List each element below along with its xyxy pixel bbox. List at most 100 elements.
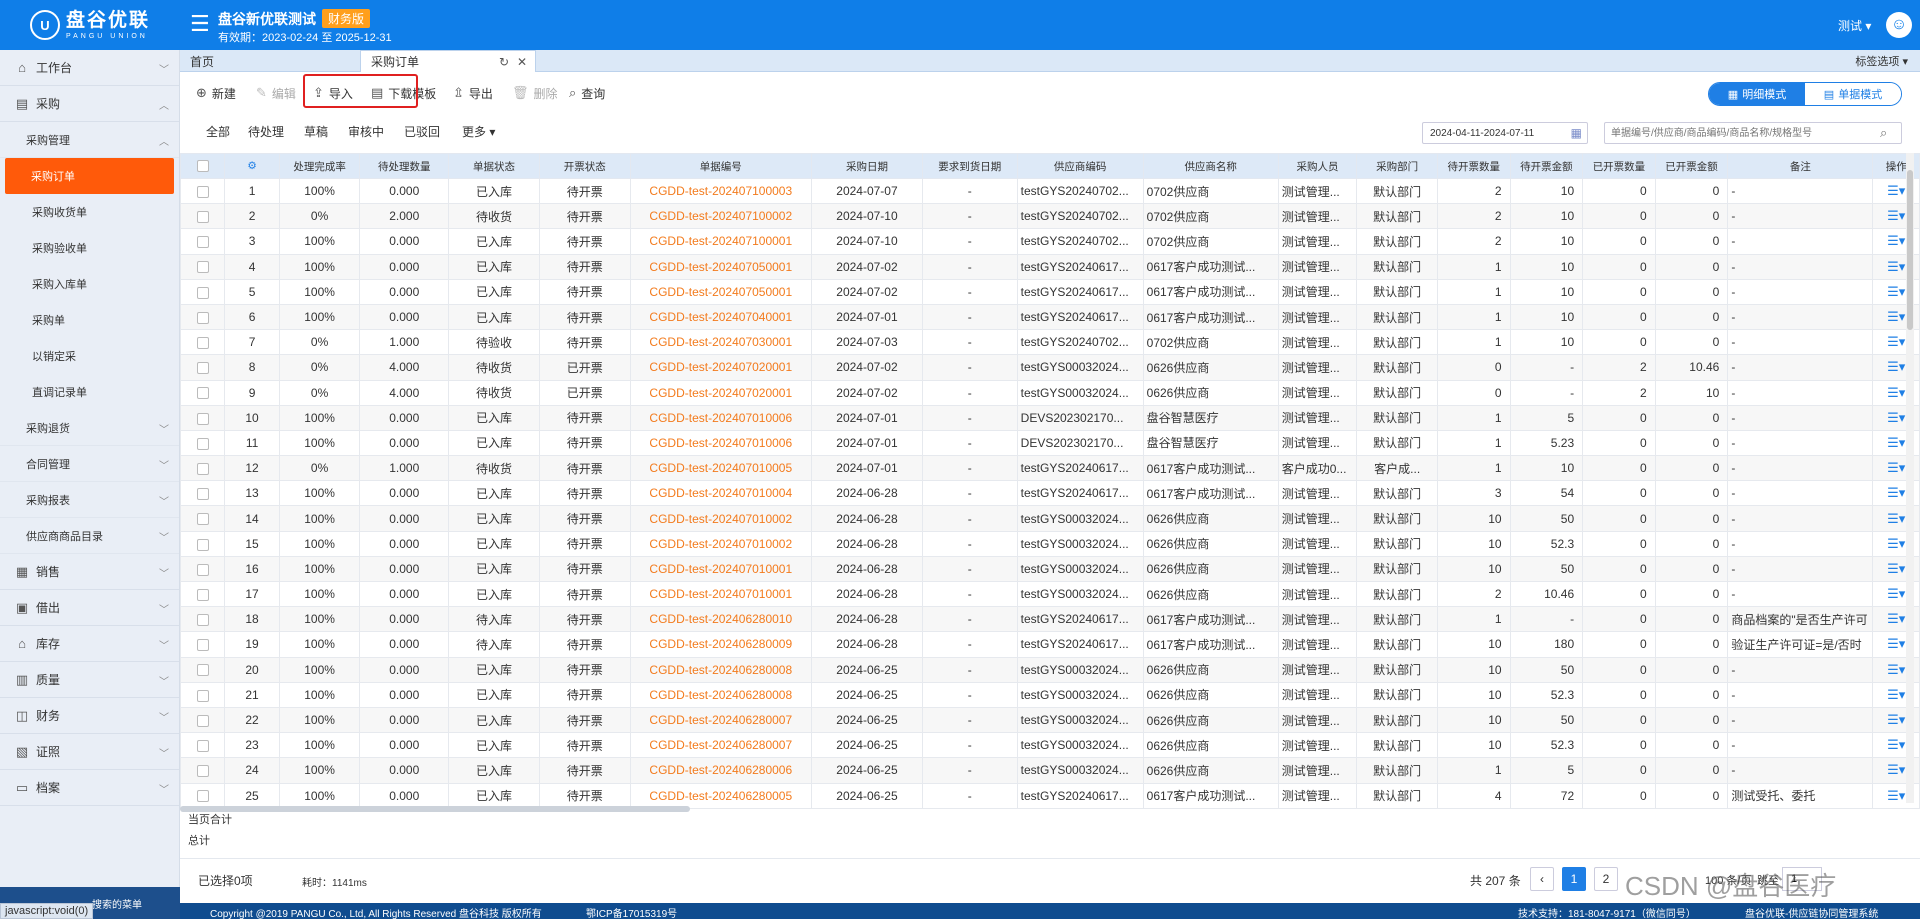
row-checkbox[interactable]	[179, 404, 226, 431]
tab-purchase-order[interactable]: 采购订单 ↻ ✕	[360, 50, 536, 72]
row-checkbox[interactable]	[179, 228, 226, 255]
table-row[interactable]: 18 100% 0.000 待入库 待开票 CGDD-test-202406280010 2…	[179, 606, 1920, 633]
search-icon[interactable]: ⌕	[1880, 125, 1887, 141]
table-row[interactable]: 2 0% 2.000 待收货 待开票 CGDD-test-202407100002 2024…	[179, 203, 1920, 230]
sidebar-item-warehousing[interactable]: 采购入库单	[0, 266, 179, 302]
order-number-link[interactable]: CGDD-test-202407040001	[629, 303, 813, 331]
table-row[interactable]: 21 100% 0.000 已入库 待开票 CGDD-test-202406280008 2…	[179, 681, 1920, 708]
column-settings-gear-icon[interactable]: ⚙	[224, 153, 280, 179]
row-checkbox[interactable]	[179, 631, 226, 658]
row-checkbox[interactable]	[179, 354, 226, 381]
prev-page-button[interactable]: ‹	[1530, 867, 1554, 891]
table-row[interactable]: 15 100% 0.000 已入库 待开票 CGDD-test-202407010002 2…	[179, 530, 1920, 557]
row-checkbox[interactable]	[179, 706, 226, 734]
row-checkbox[interactable]	[179, 782, 226, 809]
table-row[interactable]: 14 100% 0.000 已入库 待开票 CGDD-test-202407010002 2…	[179, 505, 1920, 532]
sidebar-item-license[interactable]: ▧ 证照 ﹀	[0, 734, 179, 770]
row-checkbox[interactable]	[179, 606, 226, 633]
table-row[interactable]: 10 100% 0.000 已入库 待开票 CGDD-test-202407010006 2…	[179, 404, 1920, 431]
sidebar-item-purchase[interactable]: ▤ 采购 ︿	[0, 86, 179, 122]
search-input[interactable]	[1604, 122, 1902, 144]
table-row[interactable]: 6 100% 0.000 已入库 待开票 CGDD-test-202407040001 20…	[179, 303, 1920, 331]
order-number-link[interactable]: CGDD-test-202407010002	[629, 530, 813, 557]
sidebar-item-finance[interactable]: ◫ 财务 ﹀	[0, 698, 179, 734]
table-row[interactable]: 22 100% 0.000 已入库 待开票 CGDD-test-202406280007 2…	[179, 706, 1920, 734]
order-number-link[interactable]: CGDD-test-202407020001	[629, 379, 813, 406]
order-number-link[interactable]: CGDD-test-202406280007	[629, 732, 813, 759]
filter-more[interactable]: 更多 ▾	[462, 123, 495, 140]
row-checkbox[interactable]	[179, 530, 226, 557]
sidebar-item-receipt[interactable]: 采购收货单	[0, 194, 179, 230]
sidebar-item-workbench[interactable]: ⌂ 工作台 ﹀	[0, 50, 179, 86]
vertical-scrollbar-thumb[interactable]	[1907, 170, 1913, 330]
page-1-button[interactable]: 1	[1562, 867, 1586, 891]
table-row[interactable]: 4 100% 0.000 已入库 待开票 CGDD-test-202407050001 20…	[179, 253, 1920, 280]
export-button[interactable]: ⇫ 导出	[453, 82, 493, 104]
new-button[interactable]: ⊕ 新建	[196, 82, 236, 104]
sidebar-group-catalog[interactable]: 供应商商品目录 ﹀	[0, 518, 179, 554]
order-number-link[interactable]: CGDD-test-202407100001	[629, 228, 813, 255]
order-number-link[interactable]: CGDD-test-202407020001	[629, 354, 813, 381]
table-row[interactable]: 25 100% 0.000 已入库 待开票 CGDD-test-202406280005 2…	[179, 782, 1920, 809]
page-2-button[interactable]: 2	[1594, 867, 1618, 891]
horizontal-scrollbar[interactable]	[180, 806, 690, 812]
avatar[interactable]: ☺	[1886, 12, 1912, 38]
order-number-link[interactable]: CGDD-test-202407030001	[629, 329, 813, 356]
table-row[interactable]: 13 100% 0.000 已入库 待开票 CGDD-test-202407010004 2…	[179, 480, 1920, 507]
sidebar-group-contract[interactable]: 合同管理 ﹀	[0, 446, 179, 482]
order-number-link[interactable]: CGDD-test-202406280008	[629, 656, 813, 683]
row-checkbox[interactable]	[179, 480, 226, 507]
sidebar-item-purchase-order[interactable]: 采购订单	[5, 158, 174, 194]
delete-button[interactable]: 🗑 删除	[512, 82, 558, 104]
table-row[interactable]: 11 100% 0.000 已入库 待开票 CGDD-test-202407010006 2…	[179, 429, 1920, 457]
edit-button[interactable]: ✎ 编辑	[256, 82, 296, 104]
order-number-link[interactable]: CGDD-test-202406280006	[629, 757, 813, 784]
doc-mode-button[interactable]: ▤ 单据模式	[1805, 83, 1901, 105]
date-range-picker[interactable]: 2024-04-11-2024-07-11 ▦	[1422, 122, 1588, 144]
detail-mode-button[interactable]: ▦ 明细模式	[1709, 83, 1805, 105]
row-checkbox[interactable]	[179, 329, 226, 356]
table-row[interactable]: 7 0% 1.000 待验收 待开票 CGDD-test-202407030001 2024…	[179, 329, 1920, 356]
table-row[interactable]: 17 100% 0.000 已入库 待开票 CGDD-test-202407010001 2…	[179, 580, 1920, 608]
order-number-link[interactable]: CGDD-test-202407010001	[629, 555, 813, 583]
order-number-link[interactable]: CGDD-test-202407010006	[629, 429, 813, 457]
order-number-link[interactable]: CGDD-test-202406280008	[629, 681, 813, 708]
order-number-link[interactable]: CGDD-test-202407010004	[629, 480, 813, 507]
row-checkbox[interactable]	[179, 732, 226, 759]
sidebar-item-direct[interactable]: 直调记录单	[0, 374, 179, 410]
order-number-link[interactable]: CGDD-test-202407050001	[629, 278, 813, 305]
row-checkbox[interactable]	[179, 303, 226, 331]
order-number-link[interactable]: CGDD-test-202406280009	[629, 631, 813, 658]
row-checkbox[interactable]	[179, 455, 226, 482]
refresh-icon[interactable]: ↻	[499, 55, 509, 69]
user-menu[interactable]: 测试 ▾	[1838, 17, 1871, 34]
sidebar-group-purchase-mgmt[interactable]: 采购管理 ︿	[0, 122, 179, 158]
order-number-link[interactable]: CGDD-test-202407100003	[629, 177, 813, 205]
row-checkbox[interactable]	[179, 278, 226, 305]
order-number-link[interactable]: CGDD-test-202406280007	[629, 706, 813, 734]
order-number-link[interactable]: CGDD-test-202407100002	[629, 203, 813, 230]
sidebar-item-purchase-doc[interactable]: 采购单	[0, 302, 179, 338]
filter-review[interactable]: 审核中	[348, 123, 384, 140]
table-row[interactable]: 9 0% 4.000 待收货 已开票 CGDD-test-202407020001 2024…	[179, 379, 1920, 406]
sidebar-item-sales[interactable]: ▦ 销售 ﹀	[0, 554, 179, 590]
row-checkbox[interactable]	[179, 656, 226, 683]
row-checkbox[interactable]	[179, 580, 226, 608]
row-checkbox[interactable]	[179, 555, 226, 583]
menu-toggle-icon[interactable]: ☰	[190, 12, 210, 36]
row-checkbox[interactable]	[179, 379, 226, 406]
order-number-link[interactable]: CGDD-test-202407010002	[629, 505, 813, 532]
tab-home[interactable]: 首页	[180, 50, 360, 72]
select-all-checkbox[interactable]	[179, 153, 226, 179]
sidebar-item-lend[interactable]: ▣ 借出 ﹀	[0, 590, 179, 626]
order-number-link[interactable]: CGDD-test-202407010005	[629, 455, 813, 482]
sidebar-item-sale-based[interactable]: 以销定采	[0, 338, 179, 374]
sidebar-group-report[interactable]: 采购报表 ﹀	[0, 482, 179, 518]
table-row[interactable]: 5 100% 0.000 已入库 待开票 CGDD-test-202407050001 20…	[179, 278, 1920, 305]
table-row[interactable]: 8 0% 4.000 待收货 已开票 CGDD-test-202407020001 2024…	[179, 354, 1920, 381]
row-checkbox[interactable]	[179, 203, 226, 230]
close-icon[interactable]: ✕	[517, 55, 527, 69]
order-number-link[interactable]: CGDD-test-202407010001	[629, 580, 813, 608]
row-checkbox[interactable]	[179, 505, 226, 532]
row-checkbox[interactable]	[179, 253, 226, 280]
